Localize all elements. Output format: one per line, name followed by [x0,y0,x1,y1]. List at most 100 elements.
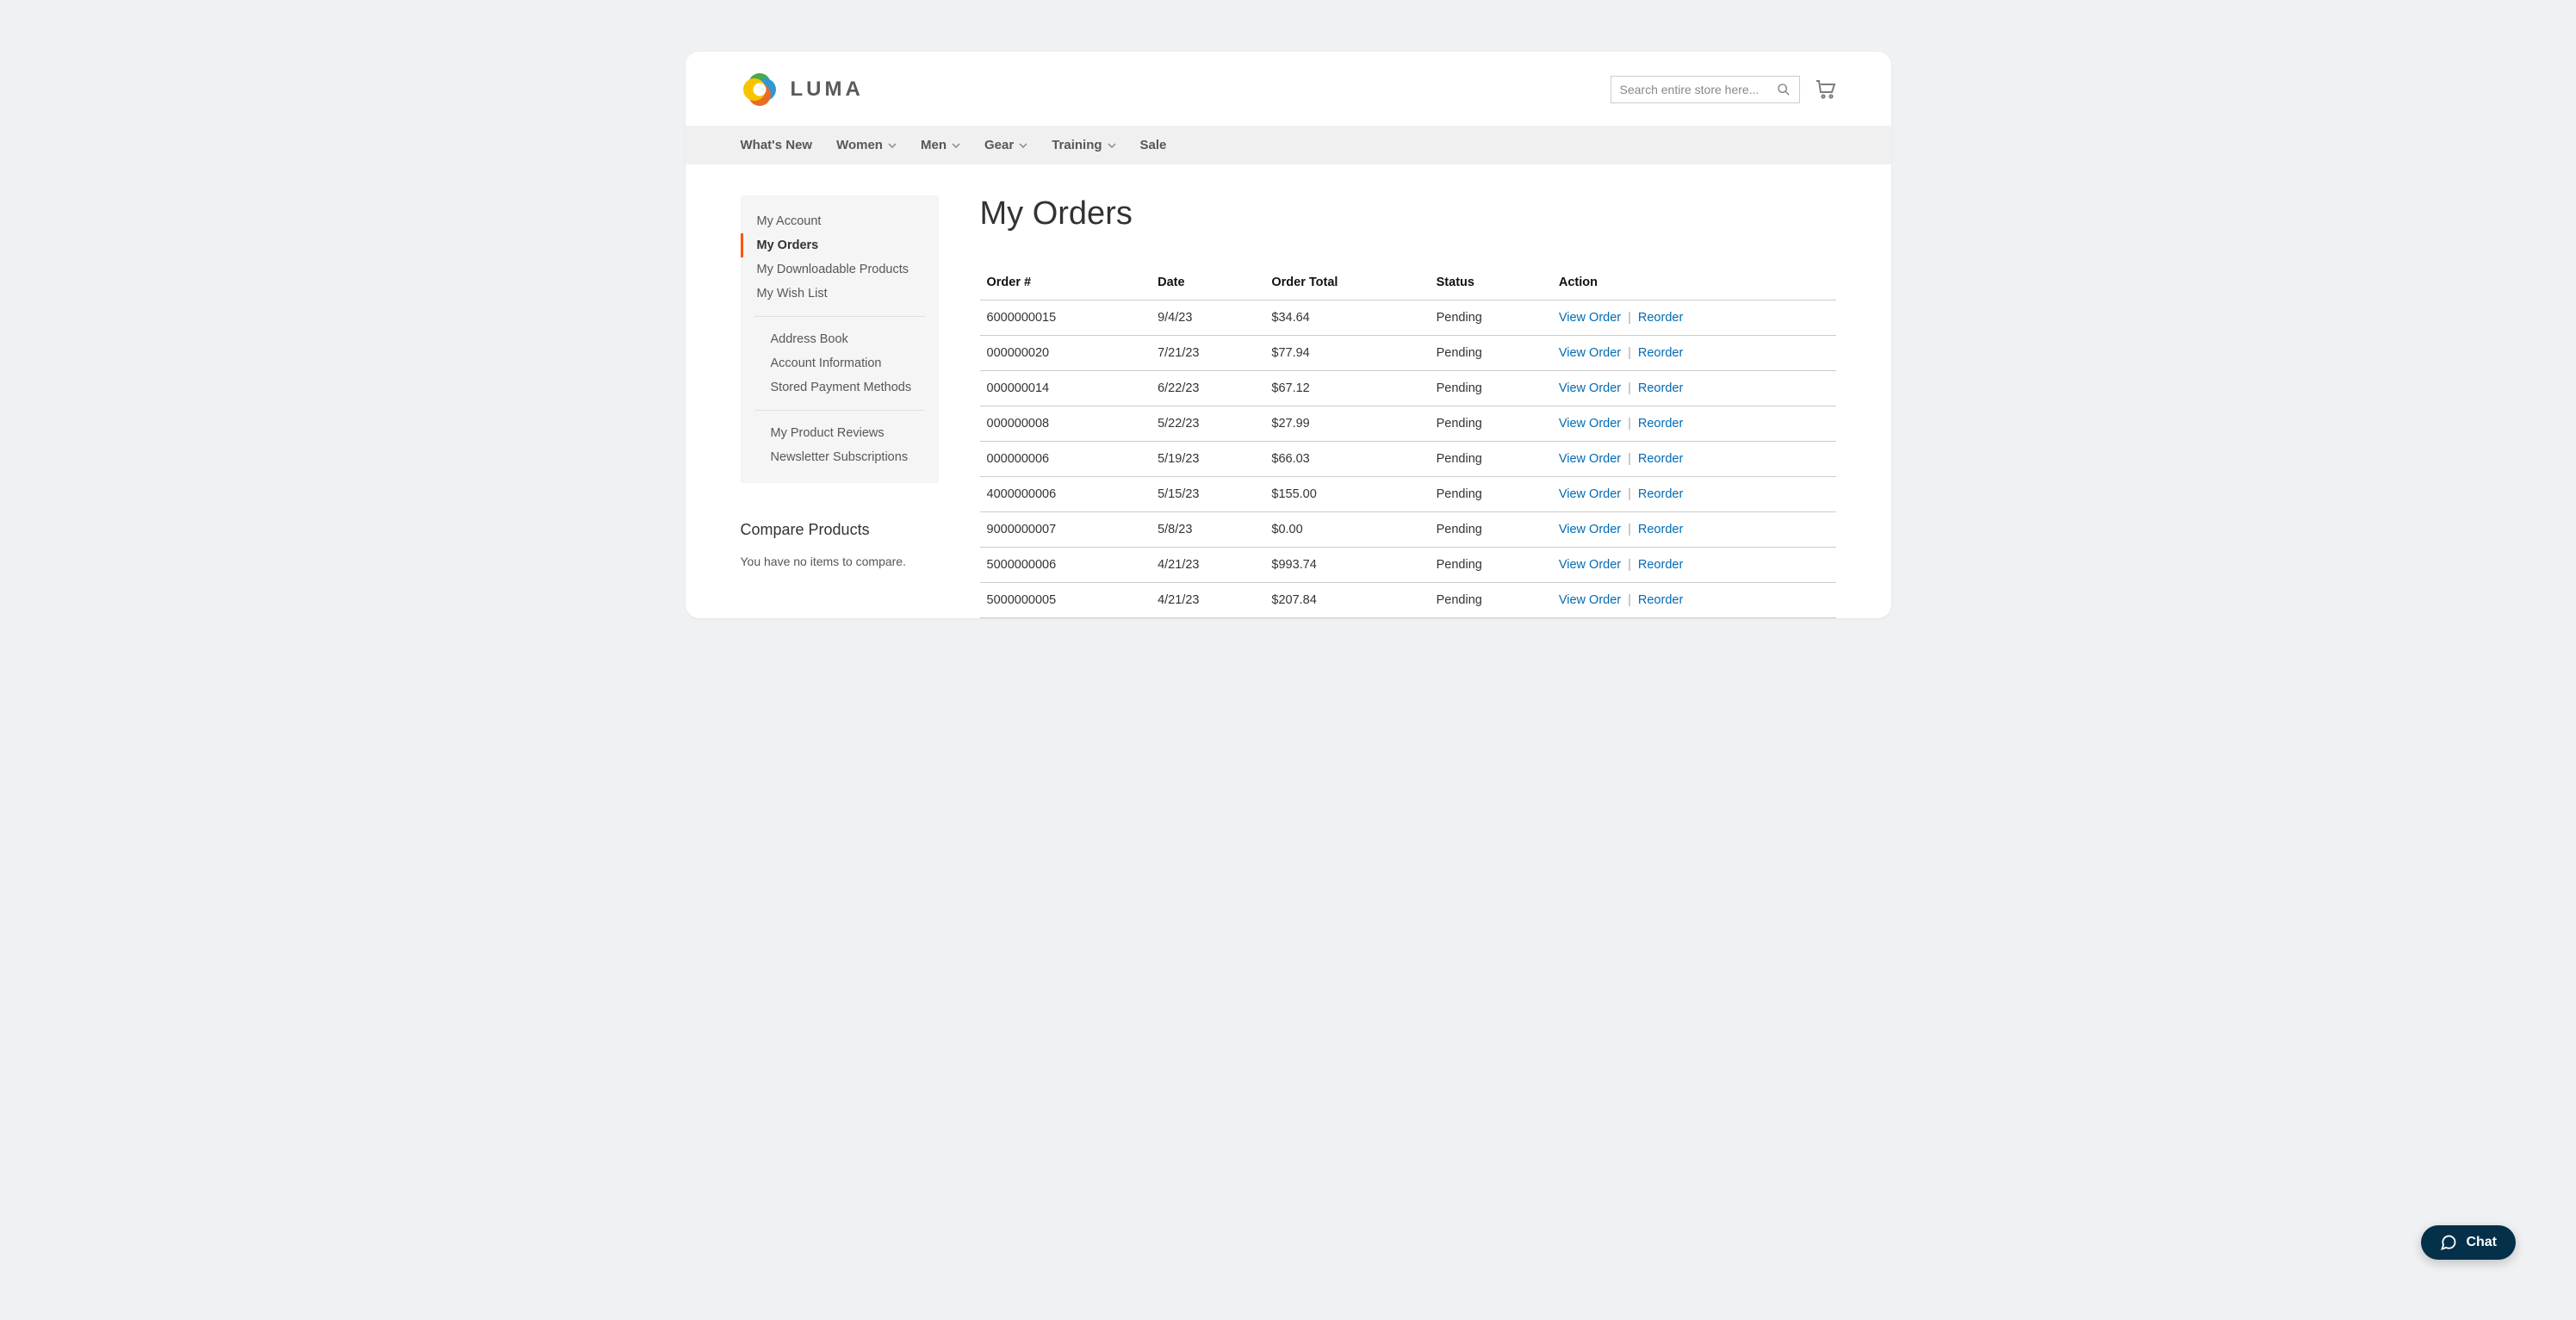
reorder-link[interactable]: Reorder [1638,487,1683,501]
search-box[interactable] [1611,76,1800,103]
app-frame: LUMA What's NewWomenMenGearTrainingSale … [686,52,1891,618]
cell-order_no: 000000020 [980,336,1151,371]
action-separator: | [1628,487,1631,501]
cell-order_no: 000000008 [980,406,1151,442]
nav-item-what-s-new[interactable]: What's New [741,126,813,164]
cell-action: View Order|Reorder [1552,512,1836,548]
chat-icon [2440,1234,2457,1251]
chat-label: Chat [2466,1235,2497,1250]
sidebar-group: My AccountMy OrdersMy Downloadable Produ… [741,195,939,316]
main: My Orders Order #DateOrder TotalStatusAc… [980,195,1836,618]
logo[interactable]: LUMA [741,71,864,108]
action-separator: | [1628,452,1631,466]
cell-order_no: 5000000006 [980,548,1151,583]
view-order-link[interactable]: View Order [1559,487,1621,501]
view-order-link[interactable]: View Order [1559,381,1621,395]
cell-status: Pending [1430,477,1552,512]
sidebar-item-my-product-reviews[interactable]: My Product Reviews [741,421,939,445]
cell-date: 7/21/23 [1151,336,1264,371]
nav-item-training[interactable]: Training [1052,126,1115,164]
cell-order_no: 000000014 [980,371,1151,406]
reorder-link[interactable]: Reorder [1638,452,1683,466]
compare-title: Compare Products [741,521,939,539]
column-header: Order Total [1264,267,1429,301]
reorder-link[interactable]: Reorder [1638,558,1683,572]
cell-order_no: 9000000007 [980,512,1151,548]
column-header: Action [1552,267,1836,301]
view-order-link[interactable]: View Order [1559,417,1621,431]
chat-widget[interactable]: Chat [2421,1225,2516,1260]
nav-item-sale[interactable]: Sale [1140,126,1167,164]
cell-total: $207.84 [1264,583,1429,618]
cell-total: $77.94 [1264,336,1429,371]
cell-order_no: 000000006 [980,442,1151,477]
table-row: 0000000085/22/23$27.99PendingView Order|… [980,406,1836,442]
table-row: 90000000075/8/23$0.00PendingView Order|R… [980,512,1836,548]
chevron-down-icon [1019,143,1027,148]
cell-total: $34.64 [1264,301,1429,336]
cell-status: Pending [1430,371,1552,406]
action-separator: | [1628,593,1631,607]
cell-order_no: 4000000006 [980,477,1151,512]
cell-total: $155.00 [1264,477,1429,512]
content: My AccountMy OrdersMy Downloadable Produ… [686,164,1891,618]
reorder-link[interactable]: Reorder [1638,311,1683,325]
cell-action: View Order|Reorder [1552,301,1836,336]
reorder-link[interactable]: Reorder [1638,523,1683,536]
nav-item-men[interactable]: Men [921,126,960,164]
view-order-link[interactable]: View Order [1559,523,1621,536]
sidebar-item-my-orders[interactable]: My Orders [741,233,939,257]
nav-item-women[interactable]: Women [836,126,897,164]
cell-total: $27.99 [1264,406,1429,442]
view-order-link[interactable]: View Order [1559,346,1621,360]
reorder-link[interactable]: Reorder [1638,346,1683,360]
sidebar-group: My Product ReviewsNewsletter Subscriptio… [754,410,925,483]
cart-icon[interactable] [1816,80,1836,99]
search-input[interactable] [1620,83,1777,96]
sidebar-item-address-book[interactable]: Address Book [741,327,939,351]
nav-item-label: What's New [741,138,813,152]
sidebar-item-my-account[interactable]: My Account [741,209,939,233]
cell-date: 4/21/23 [1151,548,1264,583]
sidebar-item-my-wish-list[interactable]: My Wish List [741,282,939,306]
cell-status: Pending [1430,583,1552,618]
table-row: 0000000207/21/23$77.94PendingView Order|… [980,336,1836,371]
search-icon [1777,83,1791,96]
sidebar-item-account-information[interactable]: Account Information [741,351,939,375]
cell-date: 6/22/23 [1151,371,1264,406]
sidebar-item-newsletter-subscriptions[interactable]: Newsletter Subscriptions [741,445,939,469]
table-row: 0000000065/19/23$66.03PendingView Order|… [980,442,1836,477]
sidebar-item-stored-payment-methods[interactable]: Stored Payment Methods [741,375,939,400]
chevron-down-icon [1108,143,1116,148]
view-order-link[interactable]: View Order [1559,558,1621,572]
reorder-link[interactable]: Reorder [1638,381,1683,395]
cell-order_no: 6000000015 [980,301,1151,336]
cell-action: View Order | Reorder [1552,477,1836,512]
table-row: 40000000065/15/23$155.00PendingView Orde… [980,477,1836,512]
sidebar: My AccountMy OrdersMy Downloadable Produ… [741,195,939,568]
action-separator: | [1628,417,1631,431]
cell-action: View Order | Reorder [1552,442,1836,477]
logo-icon [741,71,779,108]
cell-total: $66.03 [1264,442,1429,477]
view-order-link[interactable]: View Order [1559,593,1621,607]
table-row: 60000000159/4/23$34.64PendingView Order|… [980,301,1836,336]
chevron-down-icon [888,143,897,148]
cell-date: 5/8/23 [1151,512,1264,548]
cell-order_no: 5000000005 [980,583,1151,618]
view-order-link[interactable]: View Order [1559,452,1621,466]
page-title: My Orders [980,195,1836,232]
cell-status: Pending [1430,548,1552,583]
reorder-link[interactable]: Reorder [1638,593,1683,607]
sidebar-item-my-downloadable-products[interactable]: My Downloadable Products [741,257,939,282]
nav-item-label: Women [836,138,883,152]
main-nav: What's New Women Men Gear Training Sale [686,126,1891,164]
table-row: 50000000054/21/23$207.84PendingView Orde… [980,583,1836,618]
reorder-link[interactable]: Reorder [1638,417,1683,431]
cell-total: $993.74 [1264,548,1429,583]
view-order-link[interactable]: View Order [1559,311,1621,325]
cell-action: View Order|Reorder [1552,371,1836,406]
nav-item-gear[interactable]: Gear [984,126,1027,164]
cell-total: $0.00 [1264,512,1429,548]
cell-date: 9/4/23 [1151,301,1264,336]
